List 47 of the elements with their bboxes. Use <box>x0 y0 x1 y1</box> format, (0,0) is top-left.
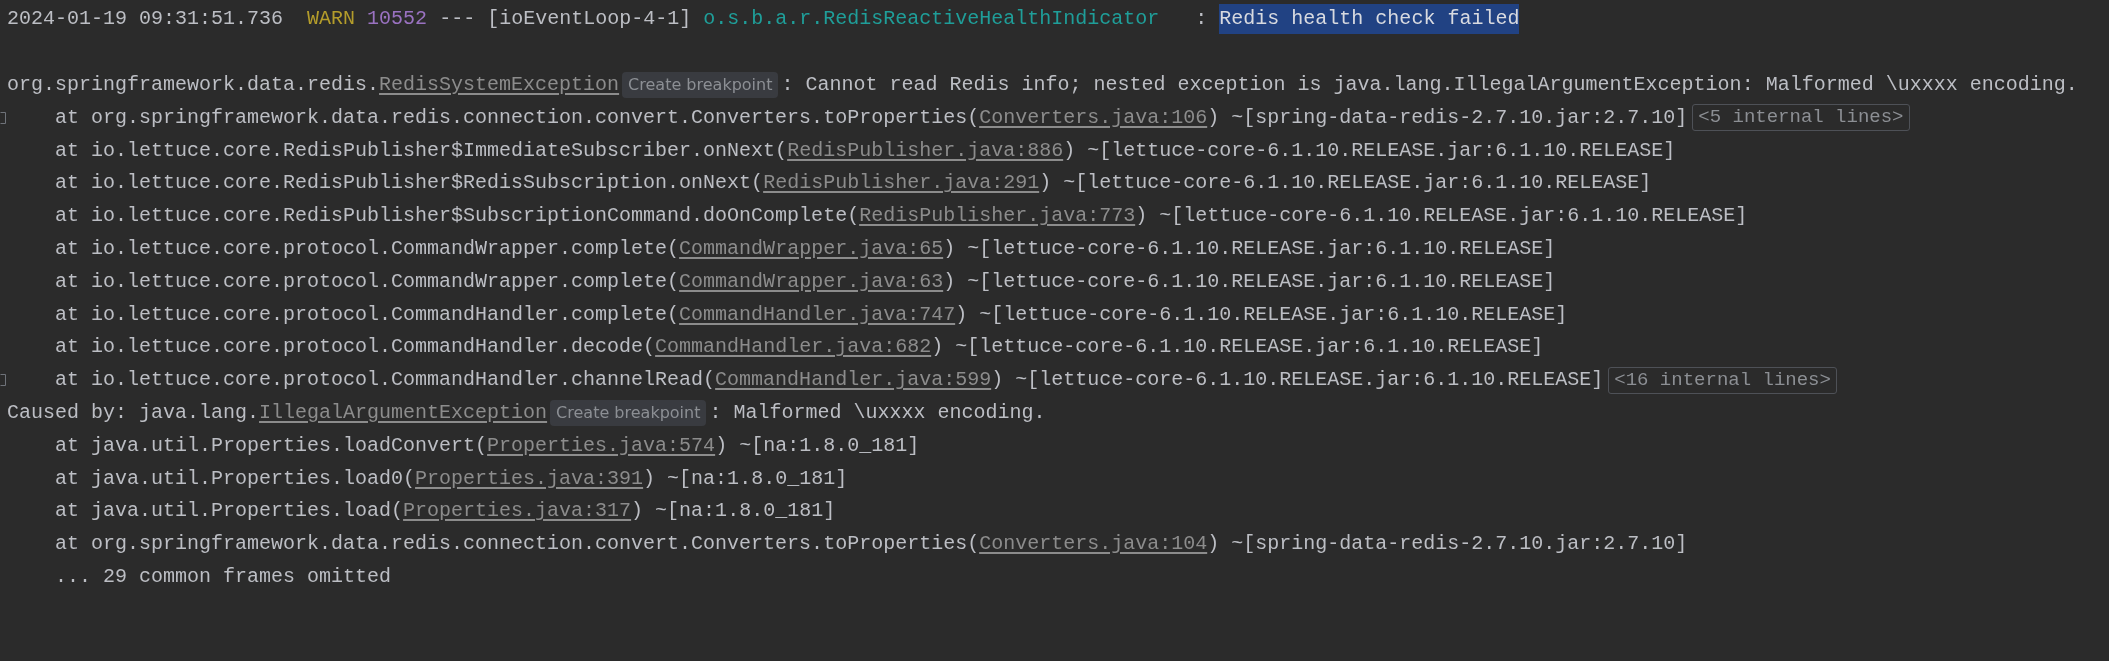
stack-frame: at org.springframework.data.redis.connection.convert.Converters.toProperties(Converters.java:104) ~[spring-data-redis-2.7.10.jar:2.7.10] <box>7 529 1688 560</box>
stack-frame: at io.lettuce.core.protocol.CommandWrapper.complete(CommandWrapper.java:63) ~[lettuce-core-6.1.10.RELEASE.jar:6.1.10.RELEASE] <box>7 266 1556 297</box>
stack-frame: at org.springframework.data.redis.connection.convert.Converters.toProperties(Converters.java:106) ~[spring-data-redis-2.7.10.jar:2.7.10] <box>7 102 1688 133</box>
stack-frame: at io.lettuce.core.RedisPublisher$RedisSubscription.onNext(RedisPublisher.java:291) ~[lettuce-core-6.1.10.RELEASE.jar:6.1.10.RELEASE] <box>7 168 1652 199</box>
internal-lines-toggle[interactable]: <5 internal lines> <box>1692 104 1910 132</box>
log-message: Redis health check failed <box>1219 4 1520 35</box>
source-link[interactable]: Properties.java:317 <box>403 499 632 523</box>
log-level: WARN <box>307 6 356 33</box>
create-breakpoint-button[interactable]: Create breakpoint <box>550 399 707 426</box>
internal-lines-toggle[interactable]: <16 internal lines> <box>1608 366 1837 394</box>
source-link[interactable]: RedisPublisher.java:291 <box>763 171 1040 195</box>
stack-frame: at io.lettuce.core.protocol.CommandWrapper.complete(CommandWrapper.java:65) ~[lettuce-core-6.1.10.RELEASE.jar:6.1.10.RELEASE] <box>7 233 1556 264</box>
log-colon: : <box>1195 6 1208 33</box>
process-id: 10552 <box>367 6 428 33</box>
source-link[interactable]: CommandHandler.java:682 <box>655 335 932 359</box>
source-link[interactable]: RedisPublisher.java:886 <box>787 138 1064 162</box>
stack-frame: at io.lettuce.core.RedisPublisher$ImmediateSubscriber.onNext(RedisPublisher.java:886) ~[lettuce-core-6.1.10.RELEASE.jar:6.1.10.RELEASE] <box>7 135 1676 166</box>
exception-line: Caused by: java.lang.IllegalArgumentException <box>7 399 548 426</box>
stack-frame: at java.util.Properties.load0(Properties.java:391) ~[na:1.8.0_181] <box>7 463 848 494</box>
source-link[interactable]: CommandHandler.java:747 <box>679 302 956 326</box>
omitted-frames-note: ... 29 common frames omitted <box>54 563 392 590</box>
create-breakpoint-button[interactable]: Create breakpoint <box>622 72 779 98</box>
source-link[interactable]: CommandHandler.java:599 <box>715 368 992 392</box>
exception-line: org.springframework.data.redis.RedisSystemException <box>7 72 620 98</box>
stack-frame: at io.lettuce.core.RedisPublisher$SubscriptionCommand.doOnComplete(RedisPublisher.java:773) ~[lettuce-core-6.1.10.RELEASE.jar:6.1.10.RELEASE] <box>7 201 1748 232</box>
stack-frame: at io.lettuce.core.protocol.CommandHandler.decode(CommandHandler.java:682) ~[lettuce-core-6.1.10.RELEASE.jar:6.1.10.RELEASE] <box>7 332 1544 363</box>
stack-frame: at java.util.Properties.load(Properties.java:317) ~[na:1.8.0_181] <box>7 496 836 527</box>
log-separator: --- <box>439 6 476 33</box>
source-link[interactable]: Properties.java:391 <box>415 466 644 490</box>
fold-marker-icon[interactable] <box>0 111 6 124</box>
source-link[interactable]: RedisPublisher.java:773 <box>859 204 1136 228</box>
class-link[interactable]: RedisSystemException <box>379 73 620 96</box>
stack-frame: at io.lettuce.core.protocol.CommandHandler.channelRead(CommandHandler.java:599) ~[lettuce-core-6.1.10.RELEASE.jar:6.1.10.RELEASE] <box>7 365 1604 396</box>
thread-name: [ioEventLoop-4-1] <box>487 6 692 33</box>
log-timestamp: 2024-01-19 09:31:51.736 <box>7 6 284 33</box>
source-link[interactable]: Converters.java:104 <box>979 532 1208 556</box>
exception-message: : Malformed \uxxxx encoding. <box>709 399 1046 426</box>
stack-frame: at java.util.Properties.loadConvert(Properties.java:574) ~[na:1.8.0_181] <box>7 430 920 461</box>
source-link[interactable]: Converters.java:106 <box>979 105 1208 129</box>
stack-frame: at io.lettuce.core.protocol.CommandHandler.complete(CommandHandler.java:747) ~[lettuce-core-6.1.10.RELEASE.jar:6.1.10.RELEASE] <box>7 299 1568 330</box>
logger-name: o.s.b.a.r.RedisReactiveHealthIndicator <box>703 6 1160 33</box>
exception-message: : Cannot read Redis info; nested exception is java.lang.IllegalArgumentException: Malformed \uxxxx encoding. <box>781 72 2078 98</box>
source-link[interactable]: CommandWrapper.java:65 <box>679 236 944 260</box>
source-link[interactable]: CommandWrapper.java:63 <box>679 269 944 293</box>
fold-marker-icon[interactable] <box>0 374 6 387</box>
class-link[interactable]: IllegalArgumentException <box>259 400 548 424</box>
source-link[interactable]: Properties.java:574 <box>487 433 716 457</box>
